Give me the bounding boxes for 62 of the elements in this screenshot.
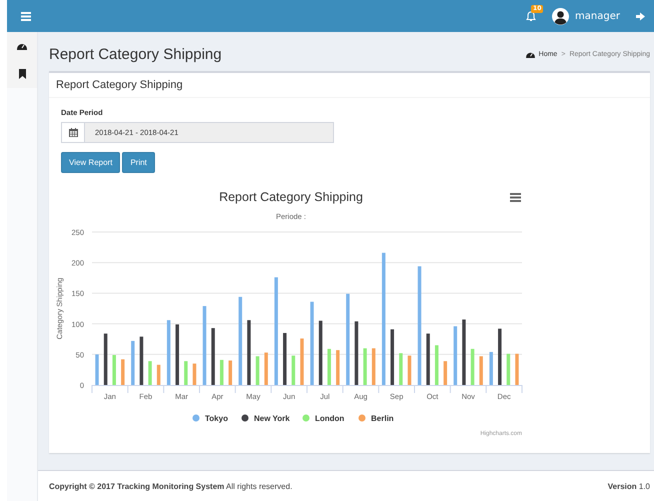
version-text: Version 1.0 — [608, 482, 650, 490]
bar — [462, 320, 466, 385]
bar — [256, 356, 260, 385]
bar — [292, 356, 296, 385]
bar — [372, 348, 376, 385]
bar — [498, 328, 502, 385]
menu-icon[interactable] — [510, 193, 521, 202]
bar — [247, 320, 251, 385]
bar — [408, 356, 412, 385]
copyright-text: Copyright © 2017 Tracking Monitoring System All rights reserved. — [49, 482, 292, 490]
bar — [470, 348, 474, 385]
legend-item[interactable]: New York — [254, 414, 290, 423]
bar — [184, 361, 188, 385]
print-button[interactable]: Print — [122, 152, 155, 173]
legend-item[interactable]: Tokyo — [205, 414, 228, 423]
bar — [390, 329, 394, 385]
bar — [140, 336, 144, 385]
bar — [166, 320, 170, 385]
bar — [300, 338, 304, 385]
bar — [515, 354, 519, 385]
bar — [95, 354, 99, 385]
bar — [479, 356, 483, 385]
calendar-icon — [68, 128, 78, 137]
avatar-icon[interactable] — [552, 8, 570, 24]
logout-icon[interactable] — [636, 12, 646, 20]
page-title: Report Category Shipping — [49, 46, 222, 62]
view-report-button[interactable]: View Report — [61, 152, 120, 173]
bell-icon[interactable] — [526, 10, 536, 22]
bar — [112, 355, 116, 385]
bar — [192, 364, 196, 385]
bar — [363, 348, 367, 385]
bar — [283, 332, 287, 385]
legend-item[interactable]: Berlin — [371, 414, 394, 423]
bar — [318, 320, 322, 385]
bar — [489, 352, 493, 385]
bar — [354, 321, 358, 385]
dashboard-icon — [526, 50, 535, 58]
bar — [336, 350, 340, 385]
bar — [327, 348, 331, 385]
bar — [121, 359, 125, 385]
legend-item[interactable]: London — [315, 414, 344, 423]
bar — [434, 345, 438, 385]
user-name[interactable]: manager — [575, 10, 620, 22]
bookmark-icon[interactable] — [18, 69, 26, 79]
bar — [506, 354, 510, 385]
bar — [176, 324, 180, 385]
bar — [264, 352, 268, 385]
bar — [220, 360, 224, 385]
bar — [148, 361, 152, 385]
menu-icon[interactable] — [21, 12, 31, 20]
bar — [454, 326, 458, 385]
bar — [211, 328, 215, 385]
dashboard-icon[interactable] — [17, 42, 27, 50]
chart-title: Report Category Shipping — [219, 190, 363, 204]
bar — [399, 353, 403, 385]
bar — [156, 364, 160, 385]
bar — [444, 361, 448, 385]
bar — [426, 334, 430, 385]
bar — [131, 340, 135, 385]
panel-title: Report Category Shipping — [49, 73, 650, 98]
bar — [228, 360, 232, 385]
bar — [104, 334, 108, 385]
